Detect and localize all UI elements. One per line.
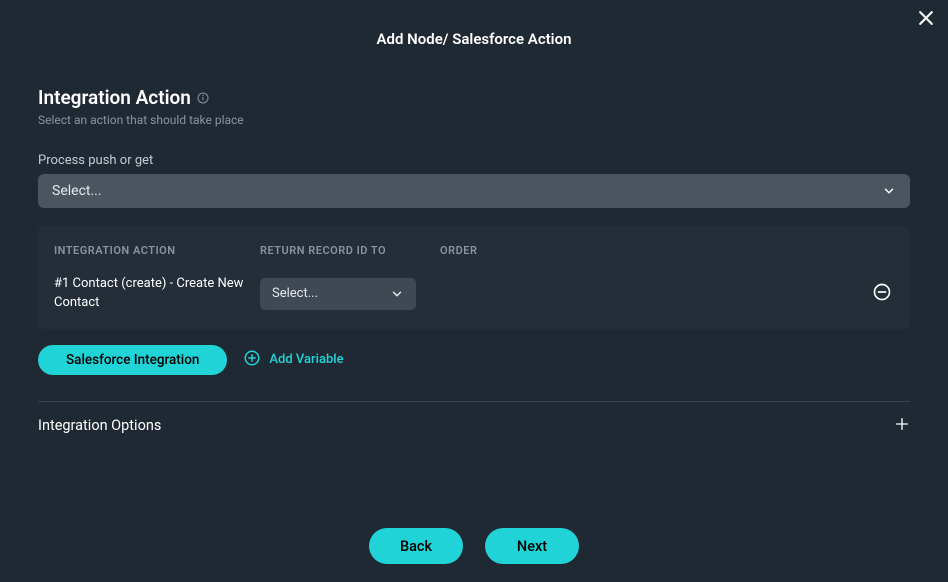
plus-circle-icon [243, 349, 261, 371]
process-select-placeholder: Select... [52, 183, 102, 199]
col-header-order: ORDER [440, 244, 894, 257]
info-icon[interactable] [197, 92, 209, 104]
remove-row-button[interactable] [870, 282, 894, 306]
next-button[interactable]: Next [485, 528, 579, 564]
close-icon [916, 13, 936, 32]
modal-container: Add Node/ Salesforce Action Integration … [0, 0, 948, 582]
footer: Back Next [0, 528, 948, 564]
table-header-row: INTEGRATION ACTION RETURN RECORD ID TO O… [54, 244, 894, 257]
return-record-select[interactable]: Select... [260, 278, 416, 310]
process-field-label: Process push or get [38, 153, 910, 168]
col-header-return: RETURN RECORD ID TO [260, 244, 440, 257]
close-button[interactable] [916, 8, 936, 32]
integration-options-title: Integration Options [38, 417, 161, 434]
chevron-down-icon [882, 184, 896, 198]
divider [38, 401, 910, 402]
integration-table: INTEGRATION ACTION RETURN RECORD ID TO O… [38, 226, 910, 329]
back-button[interactable]: Back [369, 528, 463, 564]
chevron-down-icon [390, 287, 404, 301]
section-title-row: Integration Action [38, 86, 910, 109]
process-select[interactable]: Select... [38, 174, 910, 208]
return-select-placeholder: Select... [272, 286, 318, 301]
action-buttons-row: Salesforce Integration Add Variable [38, 345, 910, 375]
integration-options-toggle[interactable]: Integration Options [38, 416, 910, 436]
salesforce-integration-button[interactable]: Salesforce Integration [38, 345, 227, 375]
section-title: Integration Action [38, 86, 191, 109]
remove-icon [872, 282, 892, 306]
col-header-action: INTEGRATION ACTION [54, 244, 260, 257]
table-row: #1 Contact (create) - Create New Contact… [54, 275, 894, 313]
modal-title: Add Node/ Salesforce Action [0, 0, 948, 48]
section-subtitle: Select an action that should take place [38, 113, 910, 127]
modal-content: Integration Action Select an action that… [0, 48, 948, 436]
add-variable-button[interactable]: Add Variable [243, 349, 343, 371]
row-action-text: #1 Contact (create) - Create New Contact [54, 275, 260, 313]
plus-icon [894, 416, 910, 436]
add-variable-label: Add Variable [269, 352, 343, 367]
